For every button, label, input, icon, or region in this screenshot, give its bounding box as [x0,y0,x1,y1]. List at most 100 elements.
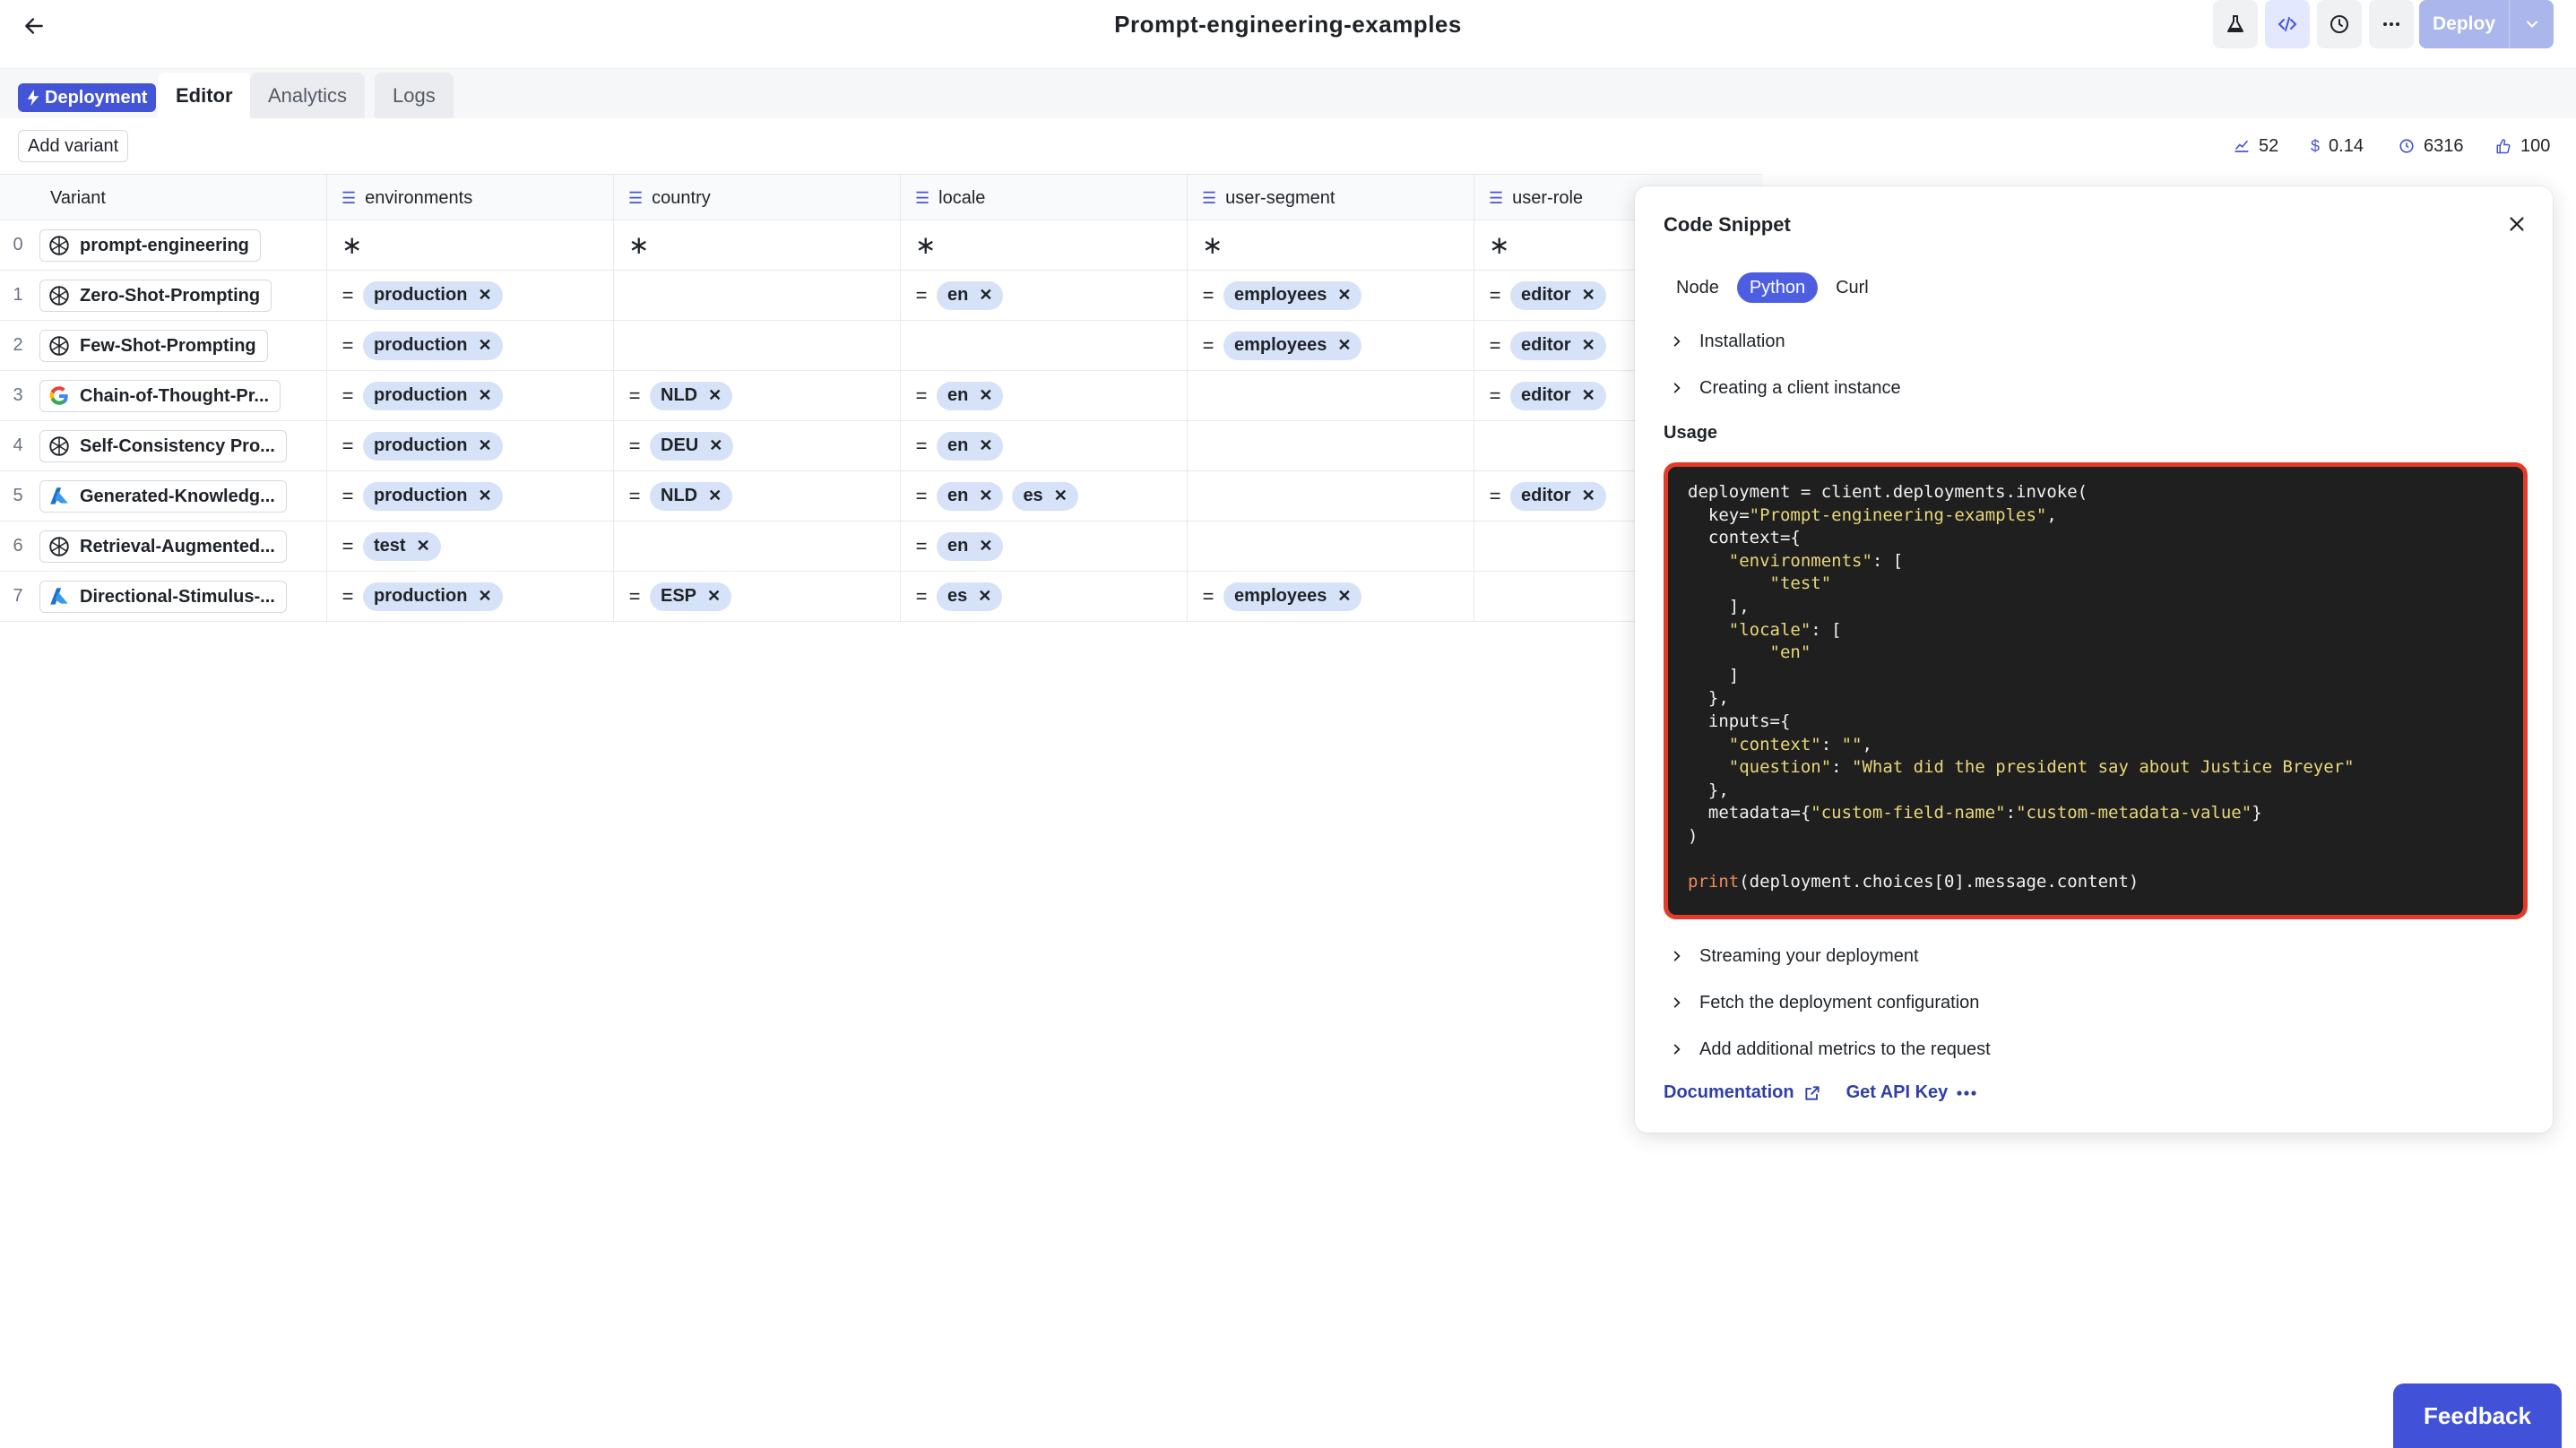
history-button[interactable] [2317,0,2362,48]
table-row[interactable]: 6 Retrieval-Augmented... = test ✕ = en ✕ [0,521,1762,572]
cell-segment[interactable]: ∗ [1187,220,1474,270]
back-button[interactable] [18,11,50,41]
remove-icon[interactable]: ✕ [1337,286,1351,305]
cell-country[interactable]: = DEU ✕ [613,421,900,470]
value-chip[interactable]: ESP ✕ [650,582,732,611]
accordion-additional-metrics[interactable]: Add additional metrics to the request [1671,1034,1991,1064]
cell-locale[interactable]: ∗ [900,220,1187,270]
tab-editor[interactable]: Editor [158,73,251,119]
table-row[interactable]: 3 Chain-of-Thought-Pr... = production ✕ = NLD ✕… [0,371,1762,421]
remove-icon[interactable]: ✕ [1337,336,1351,355]
deploy-button[interactable]: Deploy [2419,0,2554,48]
value-chip[interactable]: production ✕ [363,280,503,310]
remove-icon[interactable]: ✕ [478,436,491,455]
table-row[interactable]: 2 Few-Shot-Prompting = production ✕ = employee… [0,321,1762,371]
variant-name-button[interactable]: Few-Shot-Prompting [39,330,268,362]
remove-icon[interactable]: ✕ [979,436,992,455]
table-row[interactable]: 4 Self-Consistency Pro... = production ✕ = DEU… [0,421,1762,471]
cell-environments[interactable]: = test ✕ [326,521,613,571]
cell-locale[interactable]: = en ✕ [900,521,1187,571]
flask-button[interactable] [2213,0,2258,48]
cell-country[interactable]: = ESP ✕ [613,572,900,621]
remove-icon[interactable]: ✕ [478,487,491,505]
remove-icon[interactable]: ✕ [417,537,430,556]
variant-name-button[interactable]: Zero-Shot-Prompting [39,280,272,312]
get-api-key-link[interactable]: Get API Key [1846,1082,1977,1103]
variant-name-button[interactable]: Chain-of-Thought-Pr... [39,380,281,412]
remove-icon[interactable]: ✕ [1582,487,1595,505]
remove-icon[interactable]: ✕ [708,487,722,505]
cell-environments[interactable]: = production ✕ [326,421,613,470]
cell-segment[interactable]: = employees ✕ [1187,572,1474,621]
remove-icon[interactable]: ✕ [979,386,992,405]
cell-country[interactable] [613,321,900,370]
more-button[interactable] [2369,0,2414,48]
value-chip[interactable]: employees ✕ [1223,582,1362,611]
variant-name-button[interactable]: prompt-engineering [39,229,261,262]
remove-icon[interactable]: ✕ [478,386,491,405]
value-chip[interactable]: editor ✕ [1510,481,1606,511]
value-chip[interactable]: production ✕ [363,331,503,360]
cell-locale[interactable]: = en ✕ [900,371,1187,420]
value-chip[interactable]: editor ✕ [1510,381,1606,410]
remove-icon[interactable]: ✕ [979,487,992,505]
value-chip[interactable]: employees ✕ [1223,280,1362,310]
remove-icon[interactable]: ✕ [979,286,992,305]
cell-segment[interactable] [1187,421,1474,470]
tab-analytics[interactable]: Analytics [250,73,366,119]
close-button[interactable] [2501,208,2533,240]
table-row[interactable]: 1 Zero-Shot-Prompting = production ✕ = en ✕ = emp… [0,271,1762,321]
cell-environments[interactable]: = production ✕ [326,371,613,420]
value-chip[interactable]: employees ✕ [1223,331,1362,360]
value-chip[interactable]: test ✕ [363,531,441,561]
accordion-installation[interactable]: Installation [1671,326,1785,357]
remove-icon[interactable]: ✕ [478,336,491,355]
value-chip[interactable]: production ✕ [363,481,503,511]
cell-country[interactable]: = NLD ✕ [613,371,900,420]
value-chip[interactable]: en ✕ [937,531,1004,561]
cell-country[interactable] [613,521,900,571]
add-variant-button[interactable]: Add variant [18,130,129,162]
table-row[interactable]: 7 Directional-Stimulus-... = production ✕ = ES… [0,572,1762,622]
value-chip[interactable]: es ✕ [1012,481,1078,511]
tab-logs[interactable]: Logs [375,73,454,119]
remove-icon[interactable]: ✕ [979,537,992,556]
deploy-dropdown[interactable] [2510,15,2554,33]
value-chip[interactable]: editor ✕ [1510,331,1606,360]
table-row[interactable]: 0 prompt-engineering ∗ ∗ ∗ ∗ ∗ [0,220,1762,271]
value-chip[interactable]: editor ✕ [1510,280,1606,310]
tab-node[interactable]: Node [1664,272,1732,303]
value-chip[interactable]: NLD ✕ [650,381,733,410]
remove-icon[interactable]: ✕ [708,386,722,405]
variant-name-button[interactable]: Self-Consistency Pro... [39,430,287,462]
remove-icon[interactable]: ✕ [709,436,722,455]
cell-segment[interactable]: = employees ✕ [1187,321,1474,370]
value-chip[interactable]: NLD ✕ [650,481,733,511]
remove-icon[interactable]: ✕ [978,587,991,606]
variant-name-button[interactable]: Generated-Knowledg... [39,480,287,513]
column-header-country[interactable]: ☰ country [613,175,900,221]
cell-segment[interactable] [1187,471,1474,521]
cell-segment[interactable]: = employees ✕ [1187,271,1474,320]
value-chip[interactable]: en ✕ [937,280,1004,310]
remove-icon[interactable]: ✕ [1337,587,1351,606]
tab-python[interactable]: Python [1736,272,1819,303]
value-chip[interactable]: production ✕ [363,582,503,611]
remove-icon[interactable]: ✕ [1582,386,1595,405]
cell-segment[interactable] [1187,371,1474,420]
value-chip[interactable]: en ✕ [937,481,1004,511]
code-snippet-button[interactable] [2265,0,2310,48]
variant-name-button[interactable]: Directional-Stimulus-... [39,581,287,613]
cell-environments[interactable]: = production ✕ [326,321,613,370]
cell-locale[interactable]: = es ✕ [900,572,1187,621]
cell-locale[interactable]: = en ✕ [900,271,1187,320]
remove-icon[interactable]: ✕ [478,587,491,606]
value-chip[interactable]: production ✕ [363,381,503,410]
cell-segment[interactable] [1187,521,1474,571]
remove-icon[interactable]: ✕ [478,286,491,305]
tab-curl[interactable]: Curl [1823,272,1881,303]
accordion-client-instance[interactable]: Creating a client instance [1671,373,1901,403]
remove-icon[interactable]: ✕ [1582,286,1595,305]
documentation-link[interactable]: Documentation [1664,1082,1821,1103]
value-chip[interactable]: en ✕ [937,381,1004,410]
